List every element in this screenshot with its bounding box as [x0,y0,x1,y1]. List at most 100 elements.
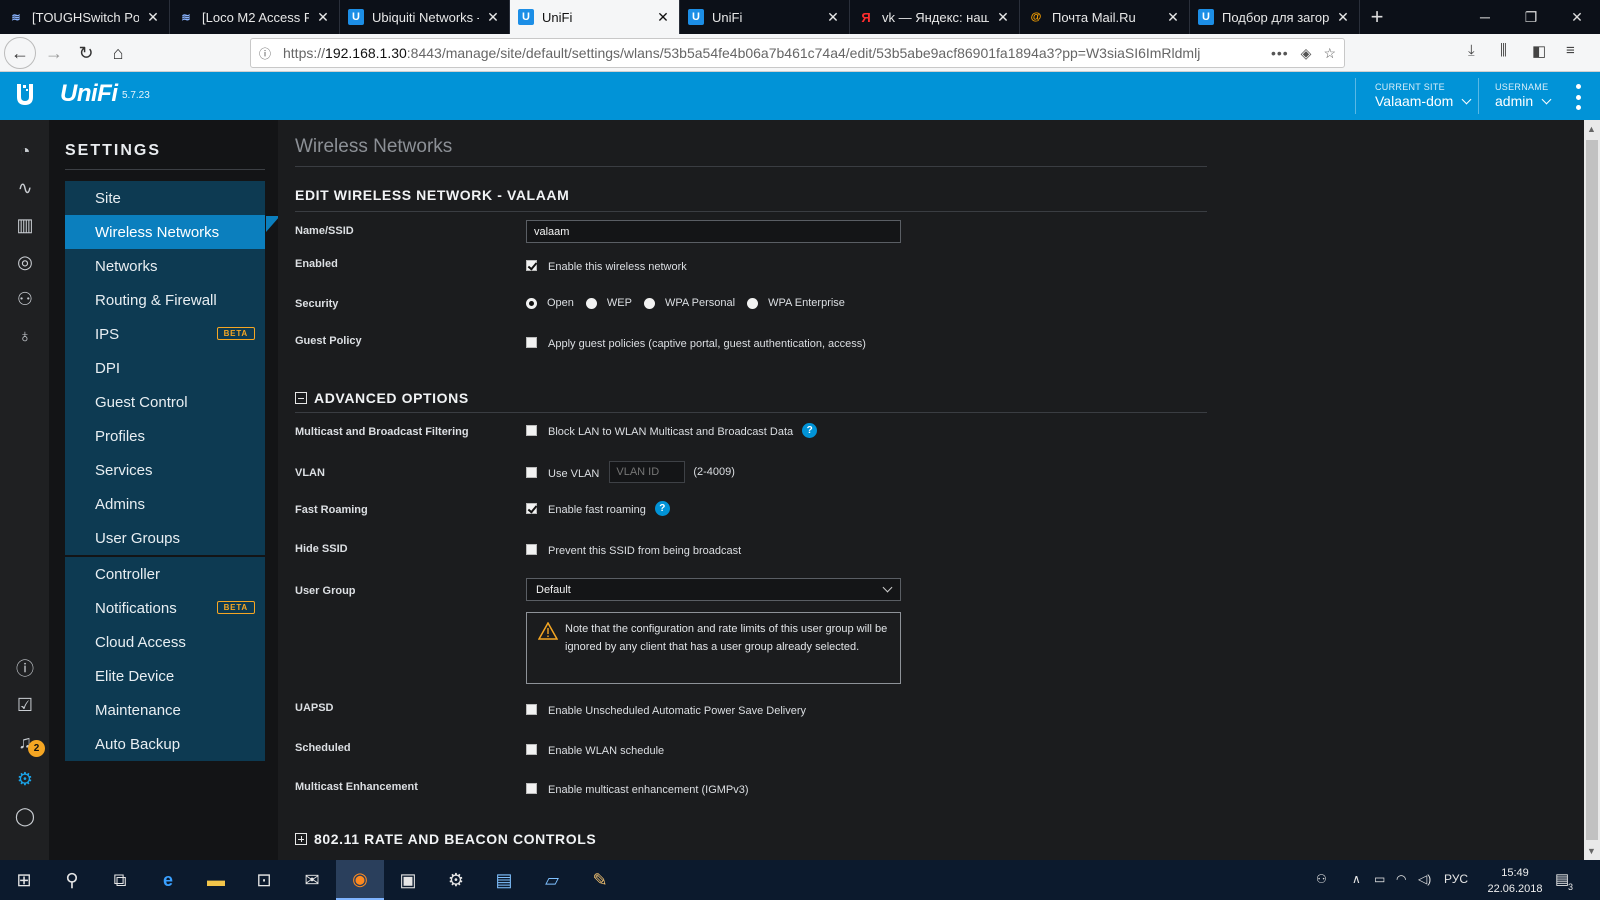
browser-tab[interactable]: ≋[TOUGHSwitch PoE P✕ [0,0,170,34]
enabled-checkbox[interactable] [526,260,537,271]
close-tab-icon[interactable]: ✕ [825,9,841,26]
language-indicator[interactable]: РУС [1444,872,1468,886]
store-icon[interactable]: ⊡ [240,860,288,900]
ssid-input[interactable] [526,220,901,243]
menu-item-site[interactable]: Site [65,181,265,215]
menu-item-maintenance[interactable]: Maintenance [65,693,265,727]
fast-roaming-checkbox-row[interactable]: Enable fast roaming? [526,501,670,516]
browser-tab-active[interactable]: U UniFi ✕ [510,0,680,34]
multicast-enhancement-checkbox[interactable] [526,783,537,794]
radio-button[interactable] [643,297,655,309]
fast-roaming-checkbox[interactable] [526,503,537,514]
insights-icon[interactable]: ♁ [12,323,38,349]
scrollbar-thumb[interactable] [1586,140,1598,840]
minimize-icon[interactable]: ─ [1462,0,1508,34]
collapse-icon[interactable] [295,392,307,404]
task-view-icon[interactable]: ⧉ [96,860,144,900]
statistics-icon[interactable]: ∿ [12,175,38,201]
security-option-wpa-enterprise[interactable]: WPA Enterprise [747,297,845,309]
multicast-enhancement-checkbox-row[interactable]: Enable multicast enhancement (IGMPv3) [526,781,749,796]
hide-ssid-checkbox[interactable] [526,544,537,555]
user-group-select[interactable]: Default [526,578,901,601]
file-explorer-icon[interactable]: ▬ [192,860,240,900]
menu-item-elite-device[interactable]: Elite Device [65,659,265,693]
browser-tab[interactable]: ≋[Loco M2 Access Poi✕ [170,0,340,34]
forward-arrow-icon[interactable]: → [38,37,70,69]
menu-item-controller[interactable]: Controller [65,557,265,591]
url-bar[interactable]: ⓘ https://192.168.1.30:8443/manage/site/… [250,38,1345,68]
security-option-wpa-personal[interactable]: WPA Personal [643,297,735,309]
system-clock[interactable]: 15:49 22.06.2018 [1485,865,1545,897]
more-options-icon[interactable] [1574,84,1582,110]
dashboard-icon[interactable]: ◔ [12,138,38,164]
close-tab-icon[interactable]: ✕ [995,9,1011,26]
page-scrollbar[interactable]: ▲ ▼ [1584,120,1600,860]
wifi-icon[interactable]: ◠ [1396,872,1406,886]
paint-icon[interactable]: ✎ [576,860,624,900]
security-option-wep[interactable]: WEP [585,297,632,309]
guest-policy-checkbox-row[interactable]: Apply guest policies (captive portal, gu… [526,335,866,350]
close-tab-icon[interactable]: ✕ [485,9,501,26]
radio-button[interactable] [526,297,537,309]
help-icon[interactable]: ? [802,423,818,438]
url-text[interactable]: https://192.168.1.30:8443/manage/site/de… [283,45,1263,61]
network-app-icon[interactable]: ▤ [480,860,528,900]
username-selector[interactable]: USERNAME admin [1495,82,1552,109]
windows-start-icon[interactable]: ⊞ [0,860,48,900]
menu-item-user-groups[interactable]: User Groups [65,521,265,555]
menu-item-notifications[interactable]: Notifications BETA [65,591,265,625]
devices-icon[interactable]: ◎ [12,249,38,275]
clients-icon[interactable]: ⚇ [12,286,38,312]
close-tab-icon[interactable]: ✕ [315,9,331,26]
close-tab-icon[interactable]: ✕ [1165,9,1181,26]
browser-tab[interactable]: UПодбор для загород✕ [1190,0,1360,34]
browser-tab[interactable]: UUbiquiti Networks - D✕ [340,0,510,34]
hide-ssid-checkbox-row[interactable]: Prevent this SSID from being broadcast [526,542,741,557]
browser-tab[interactable]: U UniFi ✕ [680,0,850,34]
menu-item-ips[interactable]: IPS BETA [65,317,265,351]
menu-item-guest-control[interactable]: Guest Control [65,385,265,419]
firefox-icon[interactable]: ◉ [336,860,384,900]
info-icon[interactable]: ⓘ [12,655,38,681]
enabled-checkbox-row[interactable]: Enable this wireless network [526,258,687,273]
guest-policy-checkbox[interactable] [526,337,537,348]
download-icon[interactable]: ⤓ [1468,42,1475,59]
terminal-icon[interactable]: ▣ [384,860,432,900]
bookmark-star-icon[interactable]: ☆ [1323,45,1336,62]
chat-support-icon[interactable]: ◯ [12,803,38,829]
mail-icon[interactable]: ✉ [288,860,336,900]
pocket-icon[interactable]: ◈ [1301,45,1312,62]
help-icon[interactable]: ? [654,501,670,516]
menu-item-routing-firewall[interactable]: Routing & Firewall [65,283,265,317]
menu-item-services[interactable]: Services [65,453,265,487]
rate-beacon-controls-toggle[interactable]: 802.11 RATE AND BEACON CONTROLS [295,831,596,847]
use-vlan-checkbox[interactable] [526,466,537,478]
settings-gear-icon[interactable]: ⚙ [12,766,38,792]
alerts-check-icon[interactable]: ☑ [12,692,38,718]
current-site-selector[interactable]: CURRENT SITE Valaam-dom [1375,82,1472,109]
menu-item-wireless-networks[interactable]: Wireless Networks [65,215,265,249]
menu-item-profiles[interactable]: Profiles [65,419,265,453]
expand-icon[interactable] [295,833,307,845]
uapsd-checkbox[interactable] [526,704,537,715]
edge-browser-icon[interactable]: e [144,860,192,900]
back-arrow-icon[interactable]: ← [4,37,36,69]
menu-item-auto-backup[interactable]: Auto Backup [65,727,265,761]
new-tab-button[interactable]: + [1360,0,1394,34]
ubiquiti-logo-icon[interactable] [14,82,36,108]
radio-button[interactable] [585,297,597,309]
site-info-icon[interactable]: ⓘ [259,45,277,62]
close-tab-icon[interactable]: ✕ [655,9,671,26]
menu-item-cloud-access[interactable]: Cloud Access [65,625,265,659]
close-tab-icon[interactable]: ✕ [1335,9,1351,26]
menu-item-networks[interactable]: Networks [65,249,265,283]
menu-icon[interactable]: ≡ [1566,42,1575,59]
home-icon[interactable]: ⌂ [102,37,134,69]
map-icon[interactable]: ▥ [12,212,38,238]
search-icon[interactable]: ⚲ [48,860,96,900]
security-option-open[interactable]: Open [526,297,574,309]
library-icon[interactable]: ⫼ [1500,42,1507,59]
volume-icon[interactable]: ◁) [1418,872,1431,886]
multicast-filtering-checkbox[interactable] [526,425,537,436]
browser-tab[interactable]: @ Почта Mail.Ru ✕ [1020,0,1190,34]
